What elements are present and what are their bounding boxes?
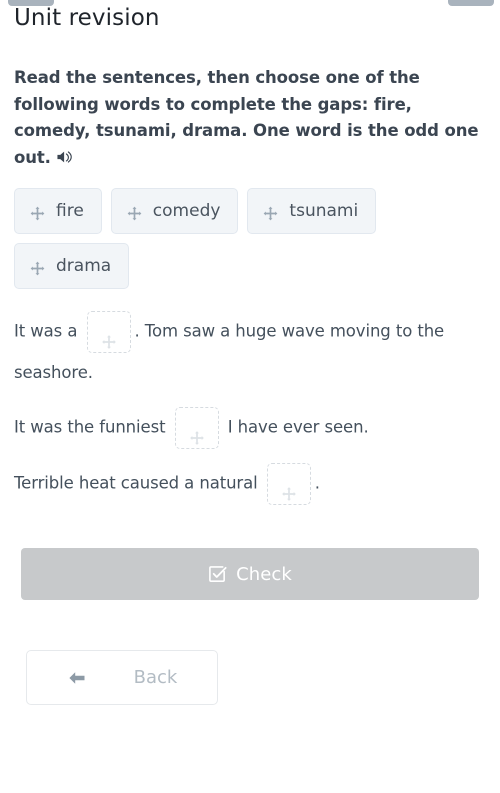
move-icon (189, 421, 204, 445)
sentence-text-after: I have ever seen. (227, 417, 369, 437)
sentence-text-before: It was the funniest (14, 417, 166, 437)
word-bank: fire comedy tsunami drama (14, 188, 414, 289)
exercise-page: Unit revision Read the sentences, then c… (0, 0, 500, 705)
chip-label: tsunami (289, 201, 359, 221)
sentence-row: It was the funniest I have ever seen. (14, 407, 486, 449)
check-button[interactable]: Check (21, 548, 479, 600)
sentence-text-before: Terrible heat caused a natural (14, 473, 258, 493)
sentence-text-after: . Tom saw a huge wave moving to the seas… (14, 321, 445, 383)
checkbox-checked-icon (208, 565, 227, 584)
move-icon (127, 204, 142, 220)
move-icon (30, 259, 45, 275)
sentence-text-after: . (314, 473, 320, 493)
arrow-left-icon (67, 670, 87, 686)
draggable-word-chip[interactable]: drama (14, 243, 130, 289)
chip-label: drama (56, 256, 112, 276)
sentence-row: Terrible heat caused a natural . (14, 463, 486, 505)
draggable-word-chip[interactable]: fire (14, 188, 102, 234)
move-icon (281, 477, 296, 501)
back-button[interactable]: Back (26, 650, 218, 705)
word-dropzone[interactable] (86, 311, 131, 353)
move-icon (263, 204, 278, 220)
sentence-row: It was a . Tom saw a huge wave moving to… (14, 311, 486, 393)
word-dropzone[interactable] (266, 463, 311, 505)
word-dropzone[interactable] (174, 407, 219, 449)
back-button-label: Back (133, 667, 178, 688)
page-title: Unit revision (14, 5, 160, 31)
speaker-icon[interactable] (56, 147, 74, 163)
draggable-word-chip[interactable]: comedy (110, 188, 239, 234)
move-icon (101, 325, 116, 349)
chip-label: comedy (152, 201, 221, 221)
draggable-word-chip[interactable]: tsunami (247, 188, 377, 234)
instruction-label: Read the sentences, then choose one of t… (14, 68, 479, 167)
sentence-list: It was a . Tom saw a huge wave moving to… (14, 311, 486, 505)
instruction-text: Read the sentences, then choose one of t… (14, 33, 486, 171)
check-button-label: Check (236, 563, 292, 585)
move-icon (30, 204, 45, 220)
sentence-text-before: It was a (14, 321, 78, 341)
chip-label: fire (56, 201, 84, 221)
